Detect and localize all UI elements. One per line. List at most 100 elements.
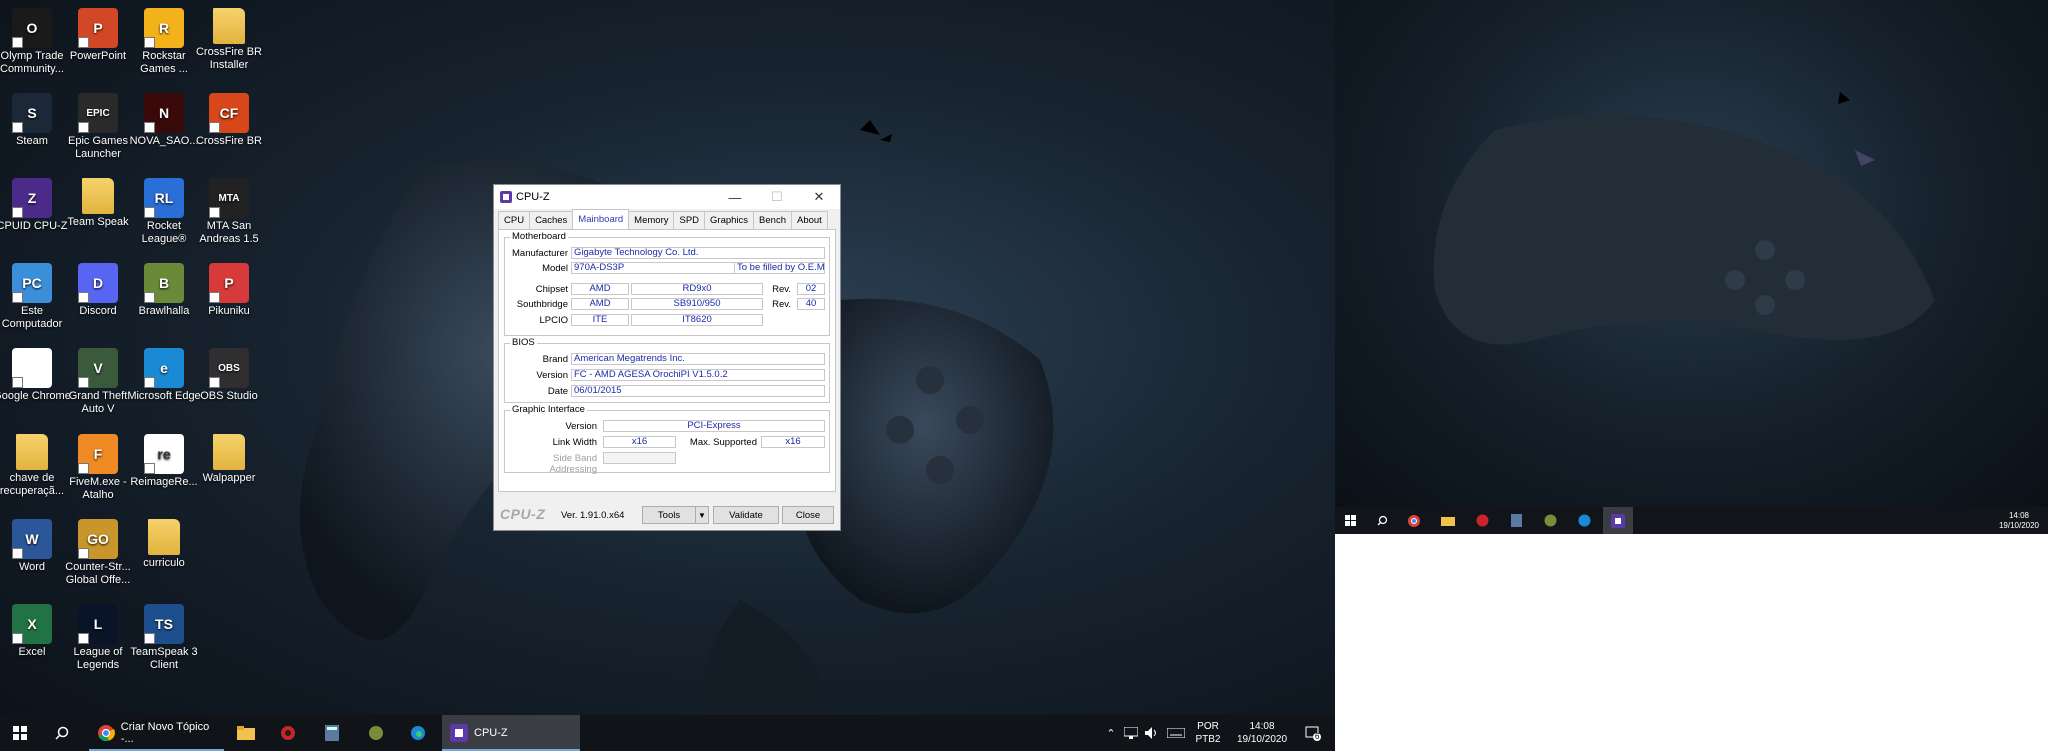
link-width-value: x16 <box>603 436 676 448</box>
start-button-2[interactable] <box>1335 507 1365 534</box>
start-button[interactable] <box>0 715 40 751</box>
desktop-shortcut[interactable]: TS TeamSpeak 3 Client <box>124 604 204 672</box>
maximize-button[interactable]: ☐ <box>756 185 798 209</box>
taskbar-game-app[interactable] <box>270 715 306 751</box>
close-button-label: Close <box>795 509 821 521</box>
search-button-2[interactable] <box>1367 507 1397 534</box>
taskbar-calculator[interactable] <box>314 715 350 751</box>
bios-date-value: 06/01/2015 <box>571 385 825 397</box>
taskbar-brawlhalla[interactable] <box>358 715 394 751</box>
lpcio-label: LPCIO <box>539 315 568 326</box>
taskbar2-file-explorer[interactable] <box>1433 507 1463 534</box>
sba-label: Side Band Addressing <box>549 453 597 475</box>
desktop-shortcut[interactable]: curriculo <box>124 519 204 570</box>
calculator-icon <box>325 725 339 741</box>
keyboard-button[interactable] <box>1165 715 1187 751</box>
lpcio-name-value: IT8620 <box>631 314 763 326</box>
network-button[interactable] <box>1122 715 1140 751</box>
desktop-shortcut-label: curriculo <box>143 557 185 569</box>
teamspeak-icon: TS <box>144 604 184 644</box>
gi-version-label: Version <box>565 421 597 432</box>
show-hidden-icons-button[interactable]: ⌃ <box>1103 715 1119 751</box>
cpuz-titlebar[interactable]: CPU-Z — ☐ ✕ <box>494 185 840 209</box>
tab-about[interactable]: About <box>790 211 828 229</box>
taskbar2-game-app[interactable] <box>1467 507 1497 534</box>
cpuz-icon <box>1611 513 1625 528</box>
taskbar2-brawlhalla[interactable] <box>1535 507 1565 534</box>
graphic-interface-group-label: Graphic Interface <box>510 404 587 415</box>
tab-mainboard[interactable]: Mainboard <box>572 209 630 229</box>
tab-cpu[interactable]: CPU <box>498 211 531 229</box>
tools-button-label: Tools <box>657 509 681 521</box>
max-supported-value: x16 <box>761 436 825 448</box>
validate-button[interactable]: Validate <box>713 506 779 524</box>
nova-icon: N <box>144 93 184 133</box>
tab-caches[interactable]: Caches <box>529 211 574 229</box>
bios-version-label: Version <box>536 370 568 381</box>
desktop-shortcut[interactable]: MTA MTA San Andreas 1.5 <box>189 178 269 246</box>
desktop-shortcut-label: OBS Studio <box>200 390 258 402</box>
cpuz-icon <box>450 724 468 742</box>
taskbar-chrome[interactable]: Criar Novo Tópico -... <box>89 715 224 751</box>
obs-icon: OBS <box>209 348 249 388</box>
desktop-shortcut-label: Pikuniku <box>208 305 250 317</box>
southbridge-vendor-value: AMD <box>571 298 629 310</box>
taskbar2-cpuz[interactable] <box>1603 507 1633 534</box>
taskbar-chrome-label: Criar Novo Tópico -... <box>120 721 210 745</box>
taskbar2-chrome[interactable] <box>1399 507 1429 534</box>
search-button[interactable] <box>44 715 80 751</box>
cpuz-window[interactable]: CPU-Z — ☐ ✕ CPU Caches Mainboard Memory … <box>493 184 841 531</box>
tab-bench[interactable]: Bench <box>753 211 792 229</box>
desktop-shortcut-label: TeamSpeak 3 Client <box>130 646 198 671</box>
close-window-button[interactable]: ✕ <box>798 185 840 209</box>
taskbar-edge[interactable] <box>400 715 436 751</box>
clock-button-2[interactable]: 14:08 19/10/2020 <box>1991 507 2047 534</box>
excel-icon: X <box>12 604 52 644</box>
model-extra-value: To be filled by O.E.M. <box>735 262 825 274</box>
taskbar-file-explorer[interactable] <box>228 715 264 751</box>
notification-center-button[interactable]: 6 <box>1298 715 1328 751</box>
desktop-shortcut-label: CrossFire BR <box>195 135 262 147</box>
chipset-vendor-value: AMD <box>571 283 629 295</box>
tab-graphics[interactable]: Graphics <box>704 211 755 229</box>
mainboard-panel: Motherboard Manufacturer Gigabyte Techno… <box>498 229 836 492</box>
graphic-interface-group: Graphic Interface Version PCI-Express Li… <box>504 404 830 475</box>
minimize-button[interactable]: — <box>714 185 756 209</box>
folder-icon <box>148 519 180 555</box>
desktop-shortcut[interactable]: Walpapper <box>189 434 269 485</box>
taskbar2-calculator[interactable] <box>1501 507 1531 534</box>
crossfire-icon: CF <box>209 93 249 133</box>
language-code: POR <box>1197 721 1219 732</box>
desktop-shortcut[interactable]: CrossFire BR Installer <box>189 8 269 72</box>
taskbar2-edge[interactable] <box>1569 507 1599 534</box>
southbridge-name-value: SB910/950 <box>631 298 763 310</box>
fivem-icon: F <box>78 434 118 474</box>
olymp-trade-icon: O <box>12 8 52 48</box>
sba-value <box>603 452 676 464</box>
chipset-rev-value: 02 <box>797 283 825 295</box>
lol-icon: L <box>78 604 118 644</box>
close-button[interactable]: Close <box>782 506 834 524</box>
tab-memory[interactable]: Memory <box>628 211 675 229</box>
computer-icon: PC <box>12 263 52 303</box>
tools-dropdown-button[interactable]: ▼ <box>695 506 709 524</box>
folder-icon <box>82 178 114 214</box>
powerpoint-icon: P <box>78 8 118 48</box>
folder-icon <box>213 434 245 470</box>
folder-icon <box>237 726 255 740</box>
desktop-shortcut[interactable]: CF CrossFire BR <box>189 93 269 148</box>
word-icon: W <box>12 519 52 559</box>
volume-button[interactable] <box>1143 715 1161 751</box>
tab-spd[interactable]: SPD <box>673 211 706 229</box>
clock-button[interactable]: 14:08 19/10/2020 <box>1230 715 1294 751</box>
brawlhalla-icon: B <box>144 263 184 303</box>
language-button[interactable]: POR PTB2 <box>1191 715 1225 751</box>
taskbar-cpuz[interactable]: CPU-Z <box>442 715 580 751</box>
csgo-icon: GO <box>78 519 118 559</box>
desktop-shortcut-label: Walpapper <box>202 472 256 484</box>
desktop-shortcut[interactable]: P Pikuniku <box>189 263 269 318</box>
search-icon <box>55 726 69 740</box>
desktop-shortcut[interactable]: OBS OBS Studio <box>189 348 269 403</box>
discord-icon: D <box>78 263 118 303</box>
tools-button[interactable]: Tools <box>642 506 696 524</box>
